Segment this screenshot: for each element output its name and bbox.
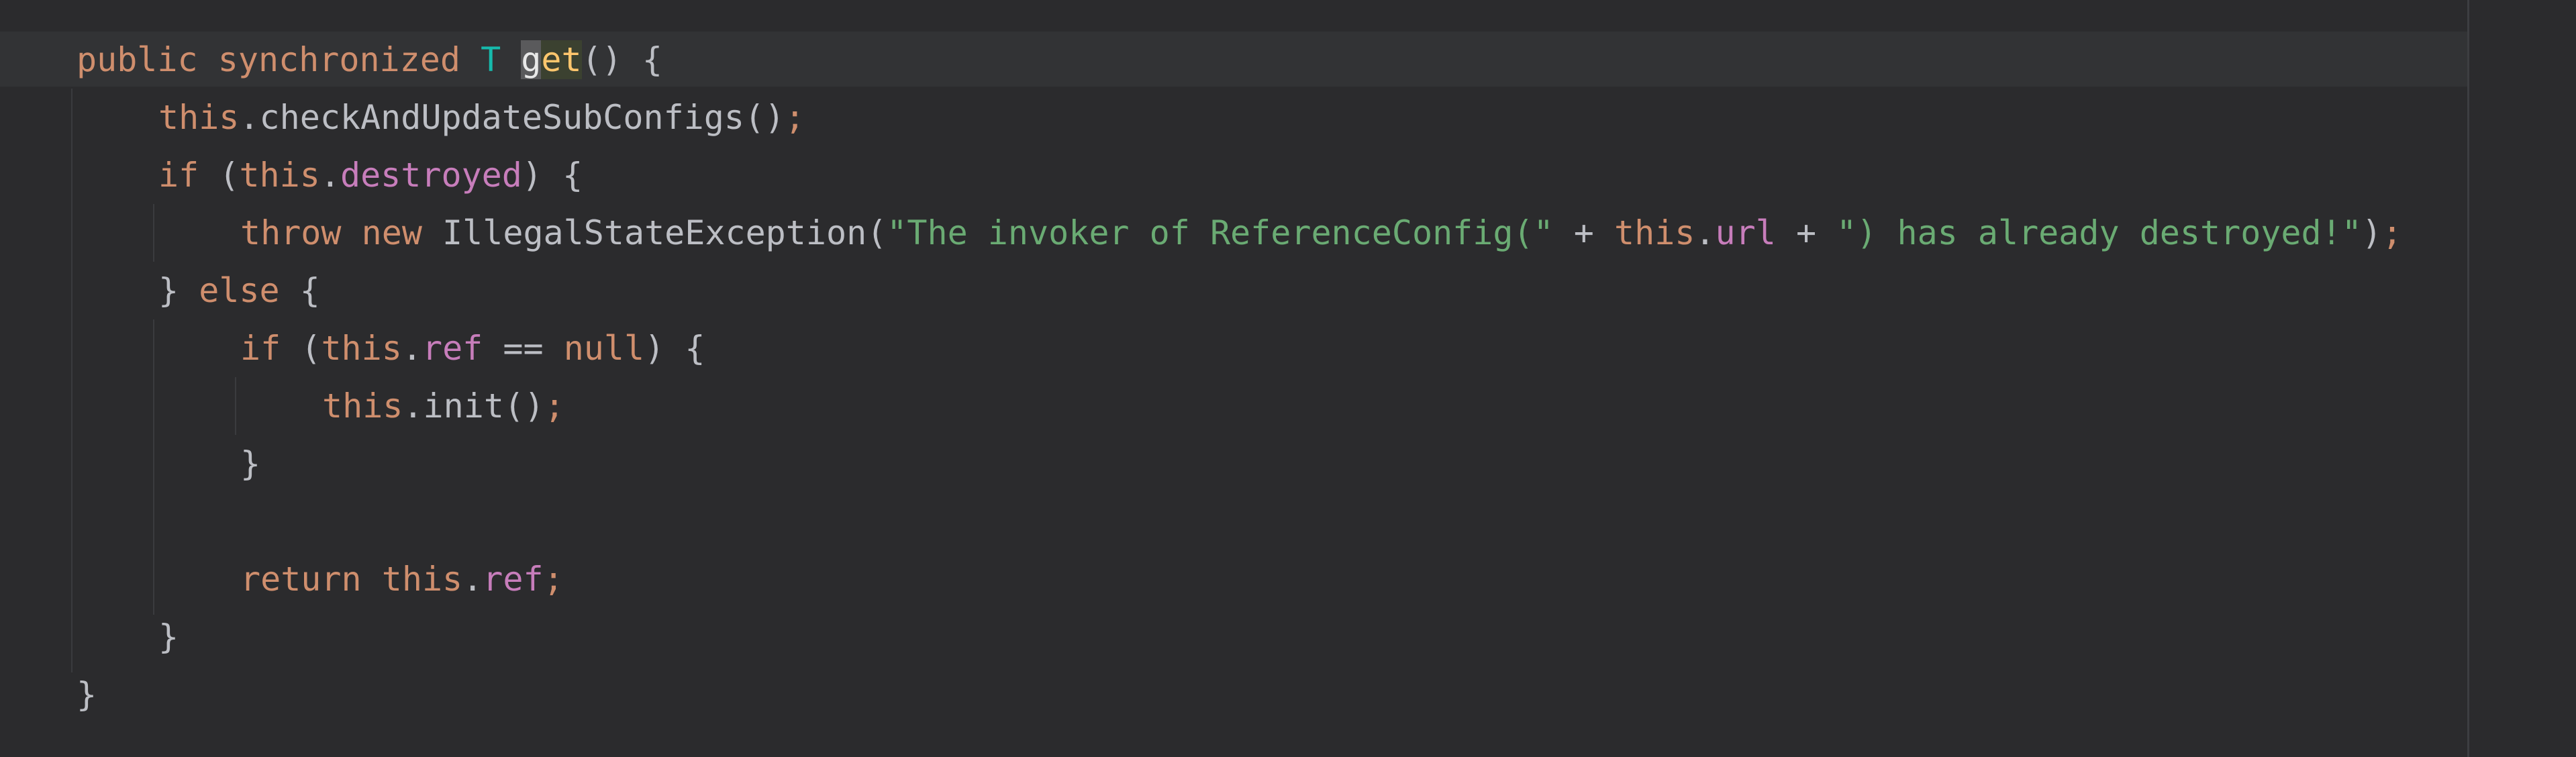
code-token: ref bbox=[422, 329, 483, 368]
code-token: destroyed bbox=[340, 156, 522, 195]
code-token: () { bbox=[581, 40, 663, 79]
code-line[interactable]: } bbox=[77, 666, 97, 723]
code-line[interactable]: if (this.destroyed) { bbox=[158, 146, 583, 204]
code-token: return bbox=[240, 560, 362, 599]
code-token: IllegalStateException( bbox=[422, 213, 887, 252]
code-line[interactable]: return this.ref; bbox=[240, 550, 564, 608]
code-line[interactable]: this.init(); bbox=[322, 377, 564, 435]
code-token: ; bbox=[543, 560, 564, 599]
code-token: et bbox=[541, 40, 582, 79]
code-token: + bbox=[1553, 213, 1614, 252]
code-token: ref bbox=[483, 560, 544, 599]
code-token: } bbox=[158, 617, 179, 656]
code-token: . bbox=[401, 329, 422, 368]
code-token: .checkAndUpdateSubConfigs() bbox=[239, 98, 785, 137]
code-token: synchronized bbox=[217, 40, 460, 79]
code-editor[interactable]: public synchronized T get() {this.checkA… bbox=[0, 0, 2576, 757]
code-token: if bbox=[240, 329, 281, 368]
code-token: else bbox=[199, 271, 280, 310]
code-line[interactable]: } else { bbox=[158, 262, 320, 319]
code-token: ( bbox=[199, 156, 240, 195]
code-line[interactable]: } bbox=[240, 435, 260, 493]
code-token: this bbox=[239, 156, 320, 195]
code-token: if bbox=[158, 156, 199, 195]
code-token: } bbox=[77, 675, 97, 714]
code-line[interactable]: if (this.ref == null) { bbox=[240, 319, 705, 377]
code-token: public bbox=[77, 40, 198, 79]
code-token: ") has already destroyed!" bbox=[1836, 213, 2362, 252]
code-line[interactable]: throw new IllegalStateException("The inv… bbox=[240, 204, 2402, 262]
code-token: this bbox=[381, 560, 463, 599]
code-token: null bbox=[563, 329, 645, 368]
code-token: this bbox=[322, 387, 403, 425]
code-token: ; bbox=[2381, 213, 2403, 252]
code-token: .init() bbox=[403, 387, 545, 425]
code-token: this bbox=[321, 329, 402, 368]
indent-guide bbox=[235, 377, 236, 435]
code-line[interactable]: public synchronized T get() { bbox=[77, 31, 662, 89]
code-token: g bbox=[521, 40, 542, 79]
right-margin-guide bbox=[2467, 0, 2469, 757]
indent-guide bbox=[153, 319, 154, 615]
code-token: ; bbox=[544, 387, 565, 425]
code-token: + bbox=[1775, 213, 1837, 252]
code-line[interactable]: this.checkAndUpdateSubConfigs(); bbox=[158, 89, 805, 146]
code-token: ( bbox=[281, 329, 321, 368]
code-token: } bbox=[240, 444, 261, 483]
code-token: ; bbox=[785, 98, 805, 137]
code-token: ) { bbox=[644, 329, 705, 368]
code-token: } bbox=[158, 271, 199, 310]
code-token: . bbox=[319, 156, 340, 195]
code-token: { bbox=[279, 271, 320, 310]
code-token: throw bbox=[240, 213, 342, 252]
code-token: new bbox=[361, 213, 422, 252]
indent-guide bbox=[71, 89, 72, 672]
code-token: ) { bbox=[522, 156, 583, 195]
code-token: == bbox=[483, 329, 564, 368]
indent-guide bbox=[153, 204, 154, 262]
code-line[interactable]: } bbox=[158, 608, 179, 666]
code-token: . bbox=[462, 560, 483, 599]
code-token: T bbox=[481, 40, 501, 79]
code-token: ) bbox=[2361, 213, 2382, 252]
code-token: this bbox=[1614, 213, 1695, 252]
code-token: "The invoker of ReferenceConfig(" bbox=[887, 213, 1554, 252]
code-token: this bbox=[158, 98, 240, 137]
code-token: . bbox=[1695, 213, 1716, 252]
code-token: url bbox=[1715, 213, 1776, 252]
